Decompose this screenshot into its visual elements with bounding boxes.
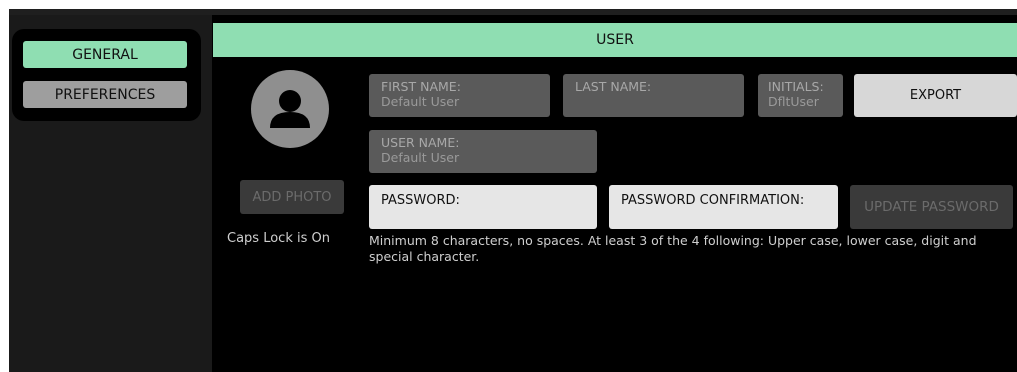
password-confirmation-label: PASSWORD CONFIRMATION: (621, 193, 805, 208)
export-button[interactable]: EXPORT (854, 74, 1017, 117)
user-name-field[interactable]: USER NAME: Default User (369, 130, 597, 173)
left-panel: GENERAL PREFERENCES (9, 15, 212, 372)
page-title: USER (213, 23, 1017, 57)
user-icon (270, 90, 310, 128)
add-photo-button[interactable]: ADD PHOTO (240, 180, 344, 214)
caps-lock-warning: Caps Lock is On (227, 231, 330, 246)
password-requirements: Minimum 8 characters, no spaces. At leas… (369, 233, 977, 264)
initials-field[interactable]: INITIALS: DfltUser (758, 74, 843, 117)
password-field[interactable]: PASSWORD: (369, 185, 597, 229)
user-name-value: Default User (381, 150, 460, 165)
tab-group: GENERAL PREFERENCES (12, 29, 201, 121)
tab-general[interactable]: GENERAL (23, 41, 187, 68)
user-name-label: USER NAME: (381, 135, 460, 150)
user-panel: USER ADD PHOTO Caps Lock is On FIRST NAM… (213, 23, 1017, 372)
initials-label: INITIALS: (768, 79, 824, 94)
password-label: PASSWORD: (381, 193, 460, 208)
initials-value: DfltUser (768, 94, 819, 109)
update-password-button[interactable]: UPDATE PASSWORD (850, 185, 1013, 229)
first-name-value: Default User (381, 94, 460, 109)
last-name-label: LAST NAME: (575, 79, 652, 94)
last-name-field[interactable]: LAST NAME: (563, 74, 744, 117)
first-name-field[interactable]: FIRST NAME: Default User (369, 74, 550, 117)
tab-preferences[interactable]: PREFERENCES (23, 81, 187, 108)
password-confirmation-field[interactable]: PASSWORD CONFIRMATION: (609, 185, 838, 229)
app-frame: GENERAL PREFERENCES USER ADD PHOTO Caps … (9, 9, 1017, 372)
avatar (251, 70, 329, 148)
first-name-label: FIRST NAME: (381, 79, 461, 94)
